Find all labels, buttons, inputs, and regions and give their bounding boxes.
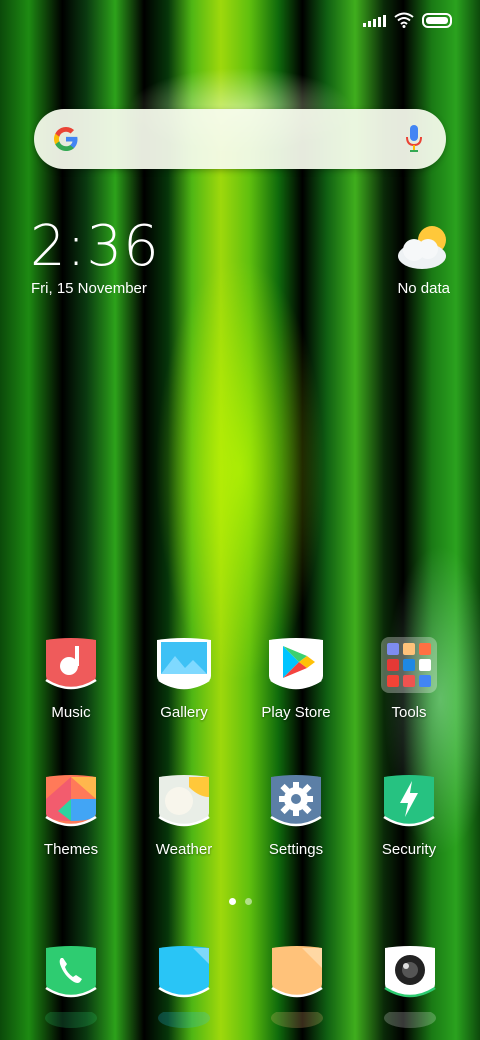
app-tools-folder[interactable]: Tools (359, 636, 459, 721)
google-search-bar[interactable] (34, 109, 446, 169)
dock-reflection (266, 1012, 328, 1040)
color-palette-icon (45, 775, 97, 827)
microphone-icon[interactable] (404, 124, 424, 154)
app-play-store[interactable]: Play Store (246, 636, 346, 721)
clock-date[interactable]: Fri, 15 November (31, 280, 147, 297)
sun-cloud-icon (158, 775, 210, 827)
page-indicator[interactable] (0, 898, 480, 905)
app-music[interactable]: Music (21, 636, 121, 721)
app-label: Gallery (160, 704, 208, 721)
folder-grid-icon (381, 637, 437, 693)
dock-phone[interactable] (40, 944, 102, 1006)
message-icon (271, 946, 323, 998)
page-dot[interactable] (244, 898, 252, 905)
app-label: Music (51, 704, 91, 721)
play-triangle-icon (269, 638, 323, 690)
app-label: Tools (391, 704, 427, 721)
app-label: Security (381, 841, 437, 858)
signal-icon (363, 13, 386, 27)
weather-label[interactable]: No data (397, 280, 450, 297)
music-note-icon (45, 638, 97, 690)
app-security[interactable]: Security (359, 773, 459, 858)
page-dot-active[interactable] (228, 898, 236, 905)
dock-reflection (153, 1012, 215, 1040)
wifi-icon (394, 12, 414, 28)
clock-time[interactable]: 2:36 (30, 214, 160, 279)
lightning-shield-icon (383, 775, 435, 827)
app-label: Weather (155, 841, 213, 858)
mountain-picture-icon (157, 638, 211, 690)
google-g-icon (54, 127, 78, 151)
gear-icon (270, 775, 322, 827)
app-themes[interactable]: Themes (21, 773, 121, 858)
app-label: Play Store (261, 704, 331, 721)
status-bar (363, 12, 452, 28)
app-weather[interactable]: Weather (134, 773, 234, 858)
battery-icon (422, 12, 452, 28)
app-label: Settings (268, 841, 324, 858)
dock-camera[interactable] (379, 944, 441, 1006)
cloud-sun-icon[interactable] (396, 224, 450, 274)
dock-reflection (40, 1012, 102, 1040)
chat-bubble-icon (158, 946, 210, 998)
dock-reflection (379, 1012, 441, 1040)
app-gallery[interactable]: Gallery (134, 636, 234, 721)
phone-icon (45, 946, 97, 998)
dock-messenger[interactable] (153, 944, 215, 1006)
camera-lens-icon (384, 946, 436, 998)
dock-messages[interactable] (266, 944, 328, 1006)
app-label: Themes (43, 841, 99, 858)
app-settings[interactable]: Settings (246, 773, 346, 858)
